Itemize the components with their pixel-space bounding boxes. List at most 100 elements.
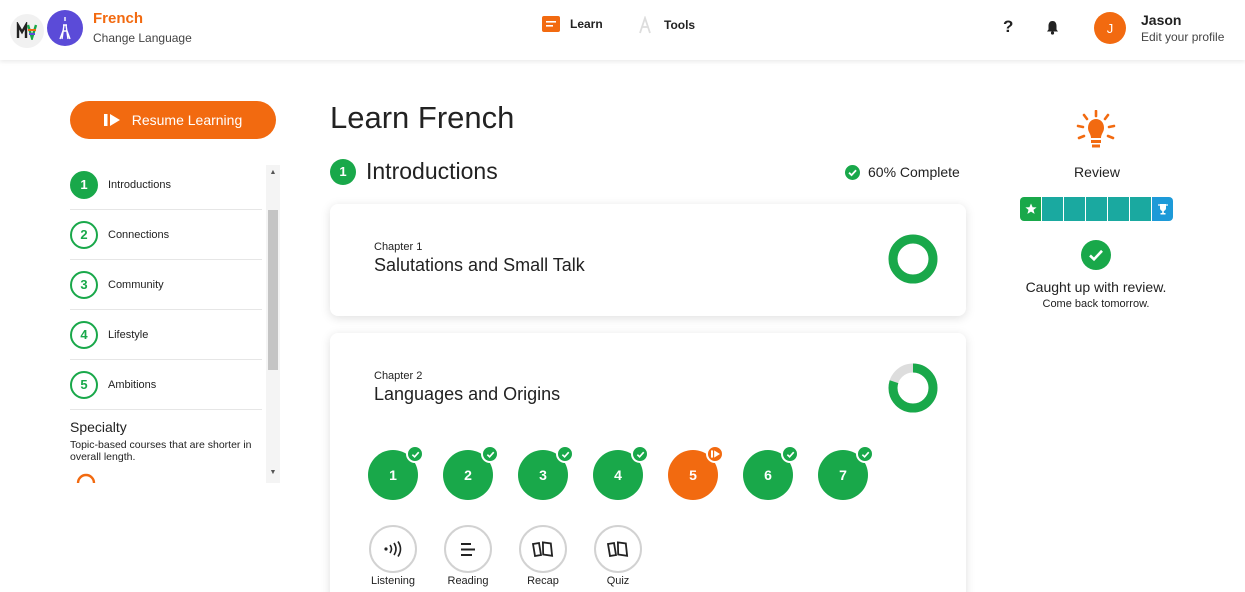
unit-number: 5 <box>70 370 98 399</box>
chapter-card-2: Chapter 2 Languages and Origins 1 2 3 4 <box>330 333 966 592</box>
specialty-description: Topic-based courses that are shorter in … <box>70 439 252 463</box>
completion-text: 60% Complete <box>868 164 960 180</box>
sidebar-item-ambitions[interactable]: 5 Ambitions <box>70 360 262 410</box>
unit-label: Ambitions <box>108 378 157 391</box>
sidebar-item-lifestyle[interactable]: 4 Lifestyle <box>70 310 262 360</box>
chapter-progress-ring <box>888 234 938 284</box>
lesson-number: 7 <box>839 467 847 483</box>
review-segment <box>1086 197 1108 221</box>
unit-number: 4 <box>70 320 98 349</box>
sidebar-item-introductions[interactable]: 1 Introductions <box>70 160 262 210</box>
resume-learning-button[interactable]: Resume Learning <box>70 101 276 139</box>
lesson-button-7[interactable]: 7 <box>818 445 874 500</box>
check-badge-icon <box>481 445 499 463</box>
activity-label: Reading <box>447 575 489 587</box>
lesson-number: 5 <box>689 467 697 483</box>
review-segment <box>1130 197 1152 221</box>
sidebar-item-connections[interactable]: 2 Connections <box>70 210 262 260</box>
lesson-button-1[interactable]: 1 <box>368 445 424 500</box>
unit-label: Connections <box>108 228 170 241</box>
sidebar-scrollbar[interactable]: ▲ ▼ <box>266 165 280 483</box>
sidebar-item-community[interactable]: 3 Community <box>70 260 262 310</box>
lesson-number: 2 <box>464 467 472 483</box>
chapter-progress-ring <box>888 363 938 413</box>
help-icon[interactable]: ? <box>1003 17 1013 37</box>
top-bar: French Change Language Learn Tools ? J J… <box>0 0 1245 60</box>
check-circle-icon <box>845 164 860 180</box>
app-logo[interactable] <box>10 14 44 48</box>
current-language[interactable]: French <box>93 10 143 27</box>
activity-reading[interactable]: Reading <box>443 525 493 587</box>
activity-label: Listening <box>370 575 416 587</box>
resume-badge-icon <box>706 445 724 463</box>
user-name[interactable]: Jason <box>1141 12 1181 28</box>
resume-learning-label: Resume Learning <box>131 112 243 128</box>
activity-list: Listening Reading Recap Quiz <box>368 525 643 587</box>
chapter-label: Chapter 1 <box>374 241 423 253</box>
unit-label: Community <box>108 278 164 291</box>
check-badge-icon <box>856 445 874 463</box>
scrollbar-thumb[interactable] <box>268 210 278 370</box>
check-badge-icon <box>406 445 424 463</box>
lightbulb-icon <box>1073 109 1119 155</box>
unit-number: 1 <box>70 170 98 199</box>
cards-icon <box>519 525 567 573</box>
unit-heading: 1 Introductions <box>330 158 498 185</box>
review-title: Review <box>1074 164 1120 180</box>
check-circle-icon <box>1081 240 1111 270</box>
review-status-message: Caught up with review. <box>1025 279 1167 295</box>
lesson-number: 1 <box>389 467 397 483</box>
unit-heading-number: 1 <box>330 158 356 185</box>
lesson-number: 6 <box>764 467 772 483</box>
chapter-label: Chapter 2 <box>374 370 423 382</box>
lesson-number: 4 <box>614 467 622 483</box>
edit-profile-link[interactable]: Edit your profile <box>1141 30 1224 44</box>
unit-number: 3 <box>70 270 98 299</box>
specialty-item-icon[interactable] <box>76 473 96 483</box>
lesson-button-2[interactable]: 2 <box>443 445 499 500</box>
eiffel-tower-icon <box>59 17 71 40</box>
check-badge-icon <box>781 445 799 463</box>
cards-icon <box>594 525 642 573</box>
unit-label: Introductions <box>108 178 171 191</box>
activity-quiz[interactable]: Quiz <box>593 525 643 587</box>
page-title: Learn French <box>330 100 515 135</box>
chapter-title: Salutations and Small Talk <box>374 255 585 275</box>
review-segment <box>1042 197 1064 221</box>
nav-learn-label: Learn <box>570 17 603 31</box>
activity-label: Recap <box>527 575 559 587</box>
logo-icon <box>16 22 38 40</box>
chapter-card-1[interactable]: Chapter 1 Salutations and Small Talk <box>330 204 966 316</box>
unit-label: Lifestyle <box>108 328 149 341</box>
unit-number: 2 <box>70 220 98 249</box>
review-segment <box>1108 197 1130 221</box>
unit-heading-title: Introductions <box>366 158 498 184</box>
review-trophy-segment <box>1152 197 1173 221</box>
activity-recap[interactable]: Recap <box>518 525 568 587</box>
tools-icon <box>639 16 651 34</box>
lesson-button-5[interactable]: 5 <box>668 445 724 500</box>
lesson-button-6[interactable]: 6 <box>743 445 799 500</box>
nav-learn[interactable]: Learn <box>542 16 603 32</box>
nav-tools[interactable]: Tools <box>636 16 695 34</box>
change-language-link[interactable]: Change Language <box>93 31 192 45</box>
check-badge-icon <box>556 445 574 463</box>
learn-icon <box>542 16 560 32</box>
lesson-button-4[interactable]: 4 <box>593 445 649 500</box>
scroll-down-arrow-icon[interactable]: ▼ <box>266 469 280 479</box>
unit-completion-status: 60% Complete <box>845 164 960 180</box>
activity-label: Quiz <box>606 575 630 587</box>
review-progress-bar[interactable] <box>1020 197 1173 221</box>
trophy-icon <box>1157 204 1168 215</box>
bell-icon[interactable] <box>1046 20 1059 40</box>
lesson-number: 3 <box>539 467 547 483</box>
listening-icon <box>369 525 417 573</box>
scroll-up-arrow-icon[interactable]: ▲ <box>266 169 280 179</box>
lesson-button-3[interactable]: 3 <box>518 445 574 500</box>
language-flag[interactable] <box>47 10 83 46</box>
activity-listening[interactable]: Listening <box>368 525 418 587</box>
review-star-segment <box>1020 197 1042 221</box>
chapter-title: Languages and Origins <box>374 384 561 404</box>
avatar[interactable]: J <box>1094 12 1126 44</box>
specialty-heading: Specialty <box>70 419 127 435</box>
